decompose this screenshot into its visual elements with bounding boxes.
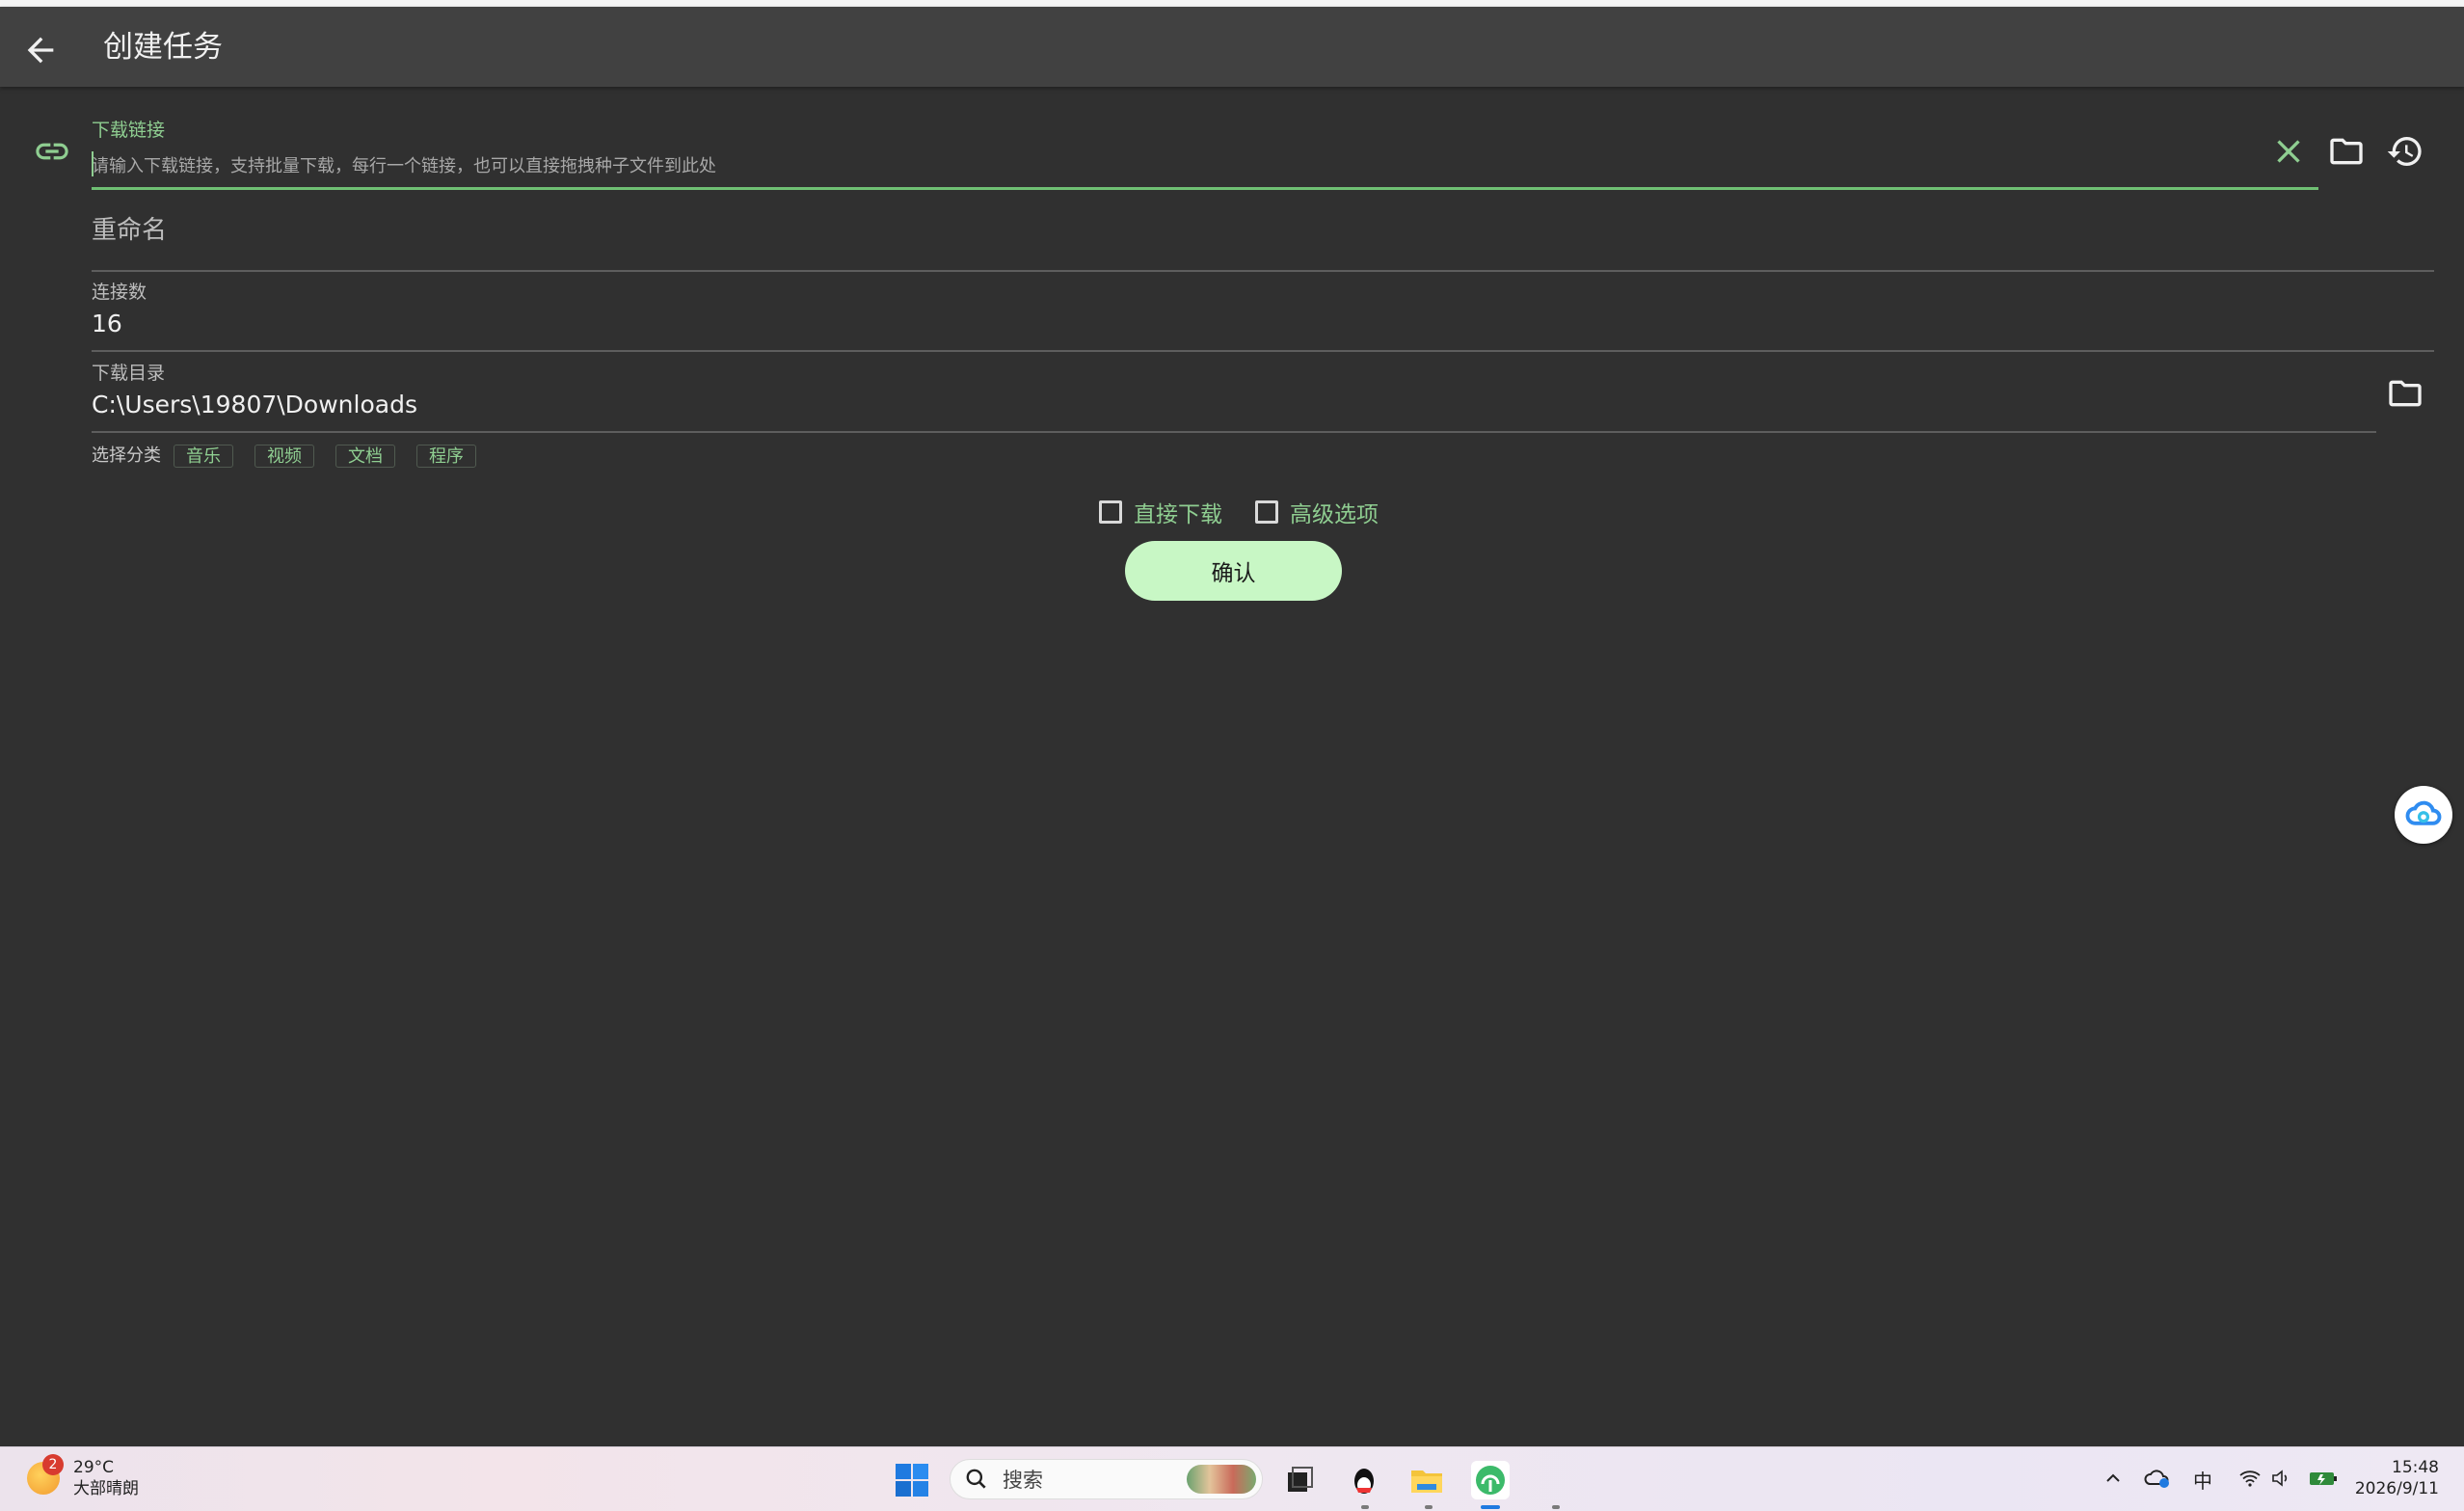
category-label: 选择分类 bbox=[92, 445, 161, 466]
ime-indicator[interactable]: 中 bbox=[2193, 1466, 2212, 1494]
qq-penguin-icon[interactable] bbox=[1345, 1461, 1383, 1499]
weather-sun-icon: 2 bbox=[27, 1454, 64, 1495]
running-indicator bbox=[1425, 1505, 1433, 1509]
directory-input[interactable]: C:\Users\19807\Downloads bbox=[92, 390, 417, 420]
app-bar: 创建任务 bbox=[0, 7, 2464, 87]
rename-field[interactable]: 重命名 bbox=[92, 214, 167, 247]
directory-label: 下载目录 bbox=[92, 363, 166, 384]
directory-underline bbox=[92, 431, 2376, 433]
windows-taskbar: 2 29°C 大部晴朗 搜索 中 15:48 2026/9/11 bbox=[0, 1446, 2464, 1511]
weather-widget[interactable]: 2 29°C 大部晴朗 bbox=[27, 1454, 139, 1499]
category-chip-music[interactable]: 音乐 bbox=[174, 445, 233, 468]
back-arrow-icon[interactable] bbox=[21, 31, 60, 69]
url-input[interactable] bbox=[92, 151, 2241, 180]
file-explorer-icon[interactable] bbox=[1407, 1461, 1446, 1499]
search-icon bbox=[966, 1469, 986, 1489]
clear-close-icon[interactable] bbox=[2269, 132, 2308, 171]
downloader-app-icon[interactable] bbox=[1471, 1461, 1510, 1499]
category-chip-program[interactable]: 程序 bbox=[416, 445, 476, 468]
running-indicator bbox=[1361, 1505, 1369, 1509]
page-title: 创建任务 bbox=[103, 30, 223, 65]
search-highlight-image bbox=[1187, 1465, 1256, 1494]
cloud-sync-button[interactable] bbox=[2395, 786, 2452, 844]
confirm-button[interactable]: 确认 bbox=[1125, 541, 1342, 601]
task-view-icon[interactable] bbox=[1280, 1461, 1319, 1499]
active-indicator bbox=[1481, 1505, 1500, 1509]
direct-download-label: 直接下载 bbox=[1134, 502, 1222, 527]
history-icon[interactable] bbox=[2386, 132, 2424, 171]
taskbar-search[interactable]: 搜索 bbox=[950, 1459, 1263, 1499]
direct-download-checkbox[interactable]: 直接下载 bbox=[1099, 494, 1222, 530]
onedrive-icon[interactable] bbox=[2144, 1467, 2171, 1495]
weather-description: 大部晴朗 bbox=[73, 1479, 139, 1498]
url-field-label: 下载链接 bbox=[92, 120, 166, 141]
choose-folder-icon[interactable] bbox=[2386, 374, 2424, 413]
link-icon bbox=[33, 132, 71, 171]
weather-temperature: 29°C bbox=[73, 1458, 115, 1477]
chevron-up-icon[interactable] bbox=[2102, 1467, 2125, 1495]
clock-time: 15:48 bbox=[2392, 1458, 2439, 1477]
clock-date: 2026/9/11 bbox=[2354, 1479, 2439, 1498]
wifi-icon[interactable] bbox=[2238, 1467, 2262, 1495]
volume-icon[interactable] bbox=[2269, 1467, 2292, 1495]
connections-input[interactable]: 16 bbox=[92, 309, 122, 339]
advanced-options-checkbox[interactable]: 高级选项 bbox=[1255, 494, 1379, 530]
search-label: 搜索 bbox=[1003, 1469, 1043, 1492]
category-chip-document[interactable]: 文档 bbox=[335, 445, 395, 468]
window-top-edge bbox=[0, 0, 2464, 7]
connections-label: 连接数 bbox=[92, 282, 147, 303]
text-caret bbox=[92, 151, 94, 176]
advanced-options-label: 高级选项 bbox=[1290, 502, 1379, 527]
checkbox-unchecked-icon bbox=[1255, 500, 1278, 524]
category-chip-video[interactable]: 视频 bbox=[254, 445, 314, 468]
rename-underline bbox=[92, 270, 2434, 272]
windows-start-icon[interactable] bbox=[893, 1461, 931, 1499]
cloud-sync-icon bbox=[2405, 800, 2442, 825]
connections-underline bbox=[92, 350, 2434, 352]
system-clock[interactable]: 15:48 2026/9/11 bbox=[2333, 1457, 2439, 1499]
running-indicator bbox=[1552, 1505, 1560, 1509]
torrent-folder-icon[interactable] bbox=[2327, 132, 2366, 171]
checkbox-unchecked-icon bbox=[1099, 500, 1122, 524]
url-field-underline bbox=[92, 187, 2318, 190]
notification-badge: 2 bbox=[42, 1454, 64, 1475]
